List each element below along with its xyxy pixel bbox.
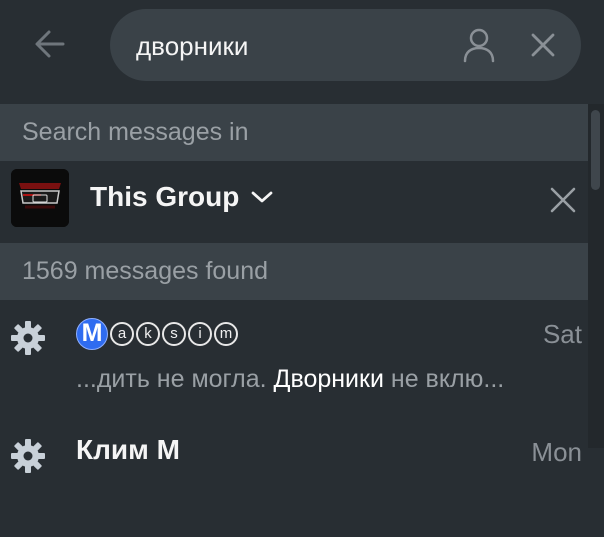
group-avatar — [11, 169, 69, 227]
result-date: Sat — [542, 319, 582, 349]
back-button[interactable] — [28, 24, 72, 64]
sender-name-letter: k — [136, 321, 160, 346]
search-result-item[interactable]: M a k s i m Sat ...дить не могла. Дворни… — [0, 301, 588, 419]
search-header — [0, 0, 604, 103]
chevron-down-icon — [251, 191, 273, 203]
result-date: Mon — [531, 437, 582, 467]
close-scope-icon[interactable] — [548, 185, 578, 215]
snippet-match: Дворники — [273, 365, 384, 393]
snippet-before: ...дить не могла. — [76, 365, 274, 393]
group-scope-row[interactable]: This Group — [0, 161, 588, 243]
search-box — [110, 9, 581, 81]
search-result-item[interactable]: Клим М Mon — [0, 419, 588, 537]
results-count-header: 1569 messages found — [0, 243, 588, 300]
result-sender-name: M a k s i m — [76, 316, 238, 350]
group-name[interactable]: This Group — [90, 181, 275, 213]
gear-icon — [11, 439, 45, 473]
clear-search-icon[interactable] — [529, 31, 557, 59]
result-snippet: ...дить не могла. Дворники не вклю... — [76, 365, 504, 394]
sender-name-letter: m — [214, 321, 238, 346]
search-in-header: Search messages in — [0, 104, 588, 161]
sender-name-letter: a — [110, 321, 134, 346]
user-filter-icon[interactable] — [462, 27, 496, 63]
gear-icon — [11, 321, 45, 355]
search-input[interactable] — [136, 29, 456, 63]
sender-name-letter: s — [162, 321, 186, 346]
arrow-left-icon — [35, 30, 65, 58]
sender-name-badge: M — [76, 317, 108, 350]
group-logo-image — [11, 169, 69, 227]
group-name-label: This Group — [90, 181, 240, 212]
result-sender-name: Клим М — [76, 434, 180, 465]
sender-name-letter: i — [188, 321, 212, 346]
scrollbar-thumb[interactable] — [591, 110, 600, 190]
sender-name-styled: M a k s i m — [76, 317, 238, 350]
snippet-after: не вклю... — [383, 365, 505, 393]
